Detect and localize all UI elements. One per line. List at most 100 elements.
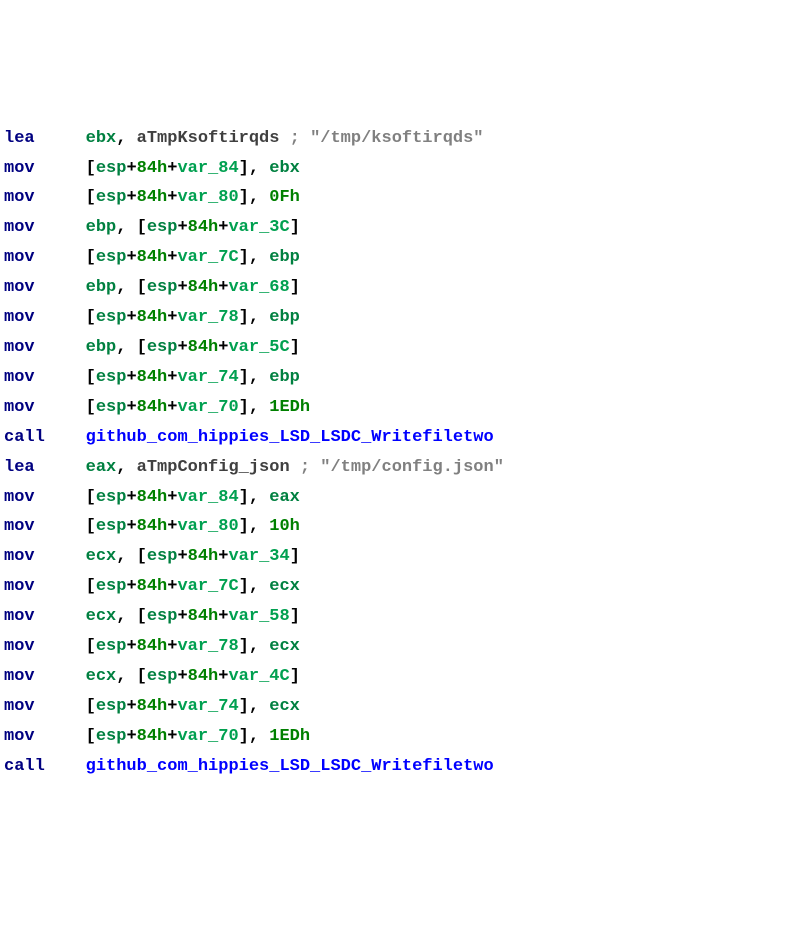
operand-token: + [177,547,187,566]
operand-token: ecx [86,607,117,626]
mnemonic: mov [4,308,86,327]
operand-token: + [218,278,228,297]
operand-token: var_5C [228,338,289,357]
operand-token: eax [86,458,117,477]
operand-token: esp [147,607,178,626]
operand-token: var_78 [177,637,238,656]
operand-token: [ [86,368,96,387]
operand-token: 84h [188,338,219,357]
operand-token: + [126,368,136,387]
operand-token: ], [239,159,270,178]
asm-line: mov [esp+84h+var_84], ebx [4,154,794,184]
operand-token: ], [239,727,270,746]
operand-token: esp [96,368,127,387]
operand-token: ] [290,607,300,626]
operand-token: esp [96,697,127,716]
operand-token: , [116,458,136,477]
mnemonic: mov [4,607,86,626]
operand-token: ], [239,517,270,536]
operand-token: esp [96,308,127,327]
operand-token: ], [239,398,270,417]
operand-token: ecx [86,667,117,686]
operand-token: [ [86,159,96,178]
asm-line: mov [esp+84h+var_78], ebp [4,303,794,333]
operand-token: esp [96,188,127,207]
mnemonic: mov [4,159,86,178]
mnemonic: mov [4,398,86,417]
operand-token: + [167,517,177,536]
operand-token: esp [96,517,127,536]
operand-token: ], [239,188,270,207]
operand-token: var_3C [228,218,289,237]
operand-token: + [126,517,136,536]
operand-token: ebp [86,338,117,357]
operand-token: ecx [269,697,300,716]
operand-token: 10h [269,517,300,536]
operand-token: var_70 [177,727,238,746]
disassembly-listing: lea ebx, aTmpKsoftirqds ; "/tmp/ksoftirq… [4,124,794,782]
asm-line: mov ecx, [esp+84h+var_58] [4,602,794,632]
mnemonic: mov [4,577,86,596]
operand-token: 0Fh [269,188,300,207]
operand-token: ebp [269,308,300,327]
operand-token: [ [86,637,96,656]
operand-token: esp [147,278,178,297]
operand-token: var_34 [228,547,289,566]
operand-token: [ [86,398,96,417]
mnemonic: lea [4,458,86,477]
asm-line: mov ebp, [esp+84h+var_5C] [4,333,794,363]
mnemonic: mov [4,248,86,267]
operand-token: ], [239,488,270,507]
asm-line: mov ecx, [esp+84h+var_4C] [4,662,794,692]
operand-token: ebx [86,129,117,148]
operand-token: [ [86,697,96,716]
operand-token: github_com_hippies_LSD_LSDC_Writefiletwo [86,757,494,776]
asm-line: call github_com_hippies_LSD_LSDC_Writefi… [4,423,794,453]
operand-token: var_80 [177,517,238,536]
asm-line: mov [esp+84h+var_70], 1EDh [4,393,794,423]
operand-token: ], [239,248,270,267]
operand-token: 84h [137,697,168,716]
operand-token: [ [86,727,96,746]
operand-token: + [126,398,136,417]
mnemonic: mov [4,218,86,237]
operand-token: , [ [116,338,147,357]
operand-token: + [126,488,136,507]
operand-token: , [ [116,547,147,566]
asm-line: mov [esp+84h+var_78], ecx [4,632,794,662]
operand-token: , [ [116,607,147,626]
operand-token: ], [239,308,270,327]
operand-token: + [167,159,177,178]
operand-token: [ [86,248,96,267]
operand-token: ebp [269,248,300,267]
operand-token: , [ [116,218,147,237]
operand-token: ] [290,667,300,686]
operand-token: var_74 [177,368,238,387]
mnemonic: mov [4,727,86,746]
operand-token: var_74 [177,697,238,716]
operand-token: ] [290,278,300,297]
operand-token: ebp [86,218,117,237]
operand-token: esp [96,488,127,507]
operand-token: 84h [137,488,168,507]
operand-token: + [218,338,228,357]
operand-token: esp [96,248,127,267]
operand-token: + [167,248,177,267]
operand-token: + [126,637,136,656]
operand-token: 84h [137,159,168,178]
asm-line: mov [esp+84h+var_74], ecx [4,692,794,722]
operand-token: ] [290,218,300,237]
mnemonic: mov [4,278,86,297]
operand-token: , [116,129,136,148]
operand-token: + [177,607,187,626]
operand-token: 84h [188,218,219,237]
asm-line: mov [esp+84h+var_84], eax [4,483,794,513]
operand-token: ] [290,547,300,566]
operand-token: , [ [116,667,147,686]
operand-token: + [167,577,177,596]
asm-line: lea ebx, aTmpKsoftirqds ; "/tmp/ksoftirq… [4,124,794,154]
mnemonic: mov [4,637,86,656]
mnemonic: mov [4,188,86,207]
operand-token: + [177,338,187,357]
operand-token: 84h [137,577,168,596]
